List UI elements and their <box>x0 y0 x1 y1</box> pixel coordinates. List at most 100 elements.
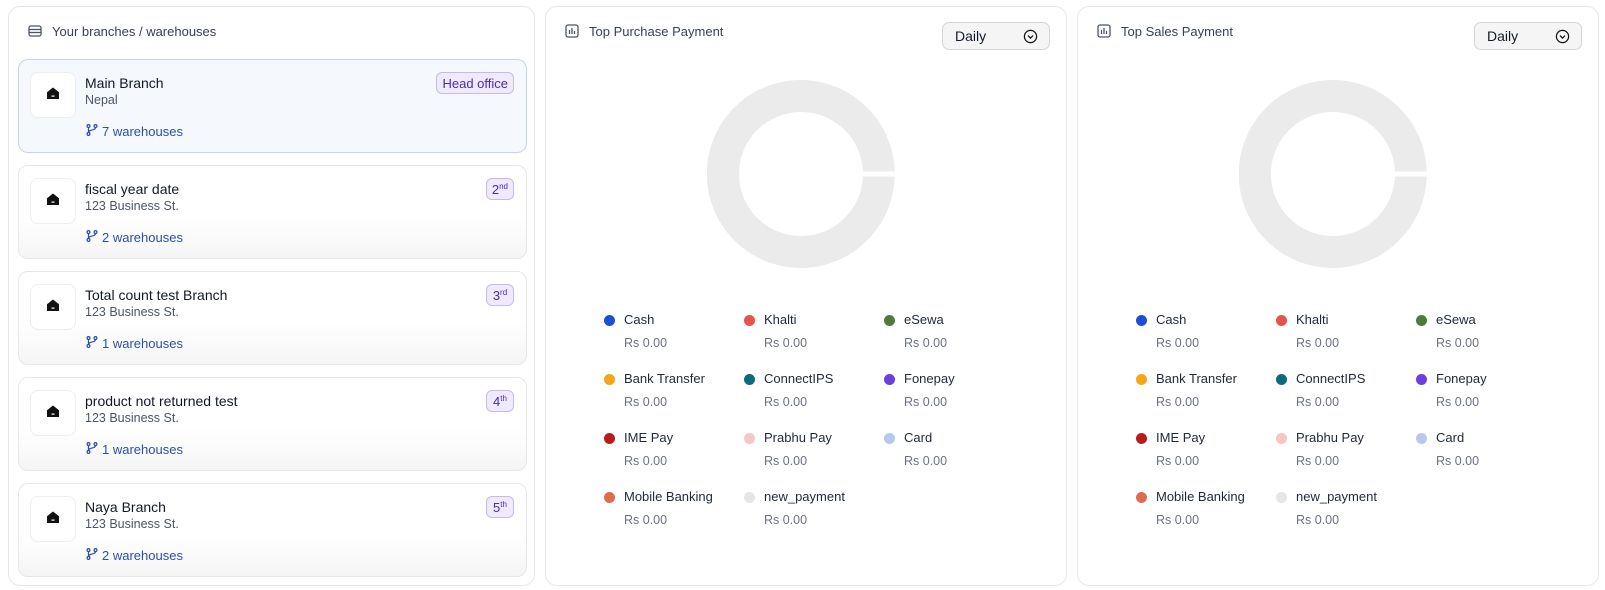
legend-item: Mobile Banking Rs 0.00 <box>1136 489 1276 528</box>
legend-value: Rs 0.00 <box>1156 395 1200 409</box>
legend-label: Fonepay <box>1436 371 1487 386</box>
legend-dot <box>1416 374 1427 385</box>
legend-value: Rs 0.00 <box>1156 336 1200 350</box>
legend-dot <box>604 492 615 503</box>
legend-label: Card <box>1436 430 1465 445</box>
branch-avatar <box>30 496 76 542</box>
branch-card[interactable]: Total count test Branch 123 Business St.… <box>18 271 527 365</box>
legend-value: Rs 0.00 <box>764 395 808 409</box>
legend-item: Fonepay Rs 0.00 <box>1416 371 1556 410</box>
legend-label: IME Pay <box>624 430 674 445</box>
legend-value: Rs 0.00 <box>1436 395 1480 409</box>
warehouses-link[interactable]: 2 warehouses <box>85 229 183 246</box>
warehouses-link[interactable]: 1 warehouses <box>85 335 183 352</box>
warehouses-link[interactable]: 2 warehouses <box>85 547 183 564</box>
bar-chart-icon <box>1096 23 1112 39</box>
rank-number: 2 <box>491 181 500 197</box>
legend-item: IME Pay Rs 0.00 <box>1136 430 1276 469</box>
legend-item: Cash Rs 0.00 <box>604 312 744 351</box>
legend-value: Rs 0.00 <box>904 395 948 409</box>
legend-value: Rs 0.00 <box>764 454 808 468</box>
legend-label: Card <box>904 430 933 445</box>
legend-dot <box>1136 315 1147 326</box>
warehouses-count: 1 warehouses <box>102 442 183 457</box>
branch-name: product not returned test <box>85 393 238 409</box>
branch-list: Main Branch Nepal 7 warehouses Head offi… <box>18 59 527 589</box>
branch-avatar <box>30 284 76 330</box>
branch-avatar <box>30 178 76 224</box>
legend-dot <box>744 492 755 503</box>
rank-badge: 3rd <box>486 284 514 306</box>
legend-item: IME Pay Rs 0.00 <box>604 430 744 469</box>
legend-label: Prabhu Pay <box>764 430 832 445</box>
legend-label: new_payment <box>1296 489 1377 504</box>
warehouses-count: 7 warehouses <box>102 124 183 139</box>
legend-value: Rs 0.00 <box>1296 454 1340 468</box>
legend-label: Khalti <box>1296 312 1329 327</box>
legend-dot <box>604 374 615 385</box>
legend-value: Rs 0.00 <box>904 336 948 350</box>
sales-period-select[interactable]: Daily <box>1474 22 1582 50</box>
branch-card[interactable]: Main Branch Nepal 7 warehouses Head offi… <box>18 59 527 153</box>
legend-item: ConnectIPS Rs 0.00 <box>744 371 884 410</box>
home-icon <box>45 85 61 106</box>
legend-item: Khalti Rs 0.00 <box>1276 312 1416 351</box>
sales-donut-chart <box>1239 80 1427 268</box>
legend-label: new_payment <box>764 489 845 504</box>
git-branch-icon <box>85 441 99 458</box>
legend-label: ConnectIPS <box>1296 371 1366 386</box>
legend-dot <box>884 374 895 385</box>
legend-value: Rs 0.00 <box>624 395 668 409</box>
legend-item: new_payment Rs 0.00 <box>1276 489 1416 528</box>
branch-name: Main Branch <box>85 75 164 91</box>
legend-dot <box>1136 433 1147 444</box>
branch-name: Total count test Branch <box>85 287 228 303</box>
legend-value: Rs 0.00 <box>624 513 668 527</box>
legend-item: Bank Transfer Rs 0.00 <box>1136 371 1276 410</box>
legend-dot <box>1276 433 1287 444</box>
branch-card[interactable]: product not returned test 123 Business S… <box>18 377 527 471</box>
legend-item: Prabhu Pay Rs 0.00 <box>1276 430 1416 469</box>
legend-item: Prabhu Pay Rs 0.00 <box>744 430 884 469</box>
branch-card[interactable]: Naya Branch 123 Business St. 2 warehouse… <box>18 483 527 577</box>
period-value: Daily <box>955 28 987 44</box>
purchase-legend: Cash Rs 0.00 Khalti Rs 0.00 eSewa Rs 0.00 B… <box>604 312 1024 528</box>
home-icon <box>45 297 61 318</box>
branch-location: 123 Business St. <box>85 517 179 531</box>
branch-card[interactable]: fiscal year date 123 Business St. 2 ware… <box>18 165 527 259</box>
legend-item: Fonepay Rs 0.00 <box>884 371 1024 410</box>
purchase-donut-chart <box>707 80 895 268</box>
rank-number: 5 <box>493 499 501 515</box>
legend-label: eSewa <box>904 312 944 327</box>
legend-item: eSewa Rs 0.00 <box>884 312 1024 351</box>
rank-suffix: th <box>500 393 507 403</box>
legend-value: Rs 0.00 <box>1436 336 1480 350</box>
purchase-period-select[interactable]: Daily <box>942 22 1050 50</box>
git-branch-icon <box>85 123 99 140</box>
legend-item: Card Rs 0.00 <box>1416 430 1556 469</box>
legend-dot <box>1416 433 1427 444</box>
purchase-panel-title: Top Purchase Payment <box>589 23 724 39</box>
home-icon <box>45 509 61 530</box>
branch-name: fiscal year date <box>85 181 180 197</box>
donut-ring <box>707 80 895 268</box>
legend-label: Cash <box>1156 312 1187 327</box>
branch-avatar <box>30 72 76 118</box>
legend-value: Rs 0.00 <box>904 454 948 468</box>
chevron-down-circle-icon <box>1023 29 1038 44</box>
legend-value: Rs 0.00 <box>1436 454 1480 468</box>
branch-location: Nepal <box>85 93 118 107</box>
warehouses-link[interactable]: 7 warehouses <box>85 123 183 140</box>
home-icon <box>45 403 61 424</box>
legend-dot <box>744 433 755 444</box>
branch-name: Naya Branch <box>85 499 166 515</box>
legend-value: Rs 0.00 <box>764 513 808 527</box>
branches-panel-title: Your branches / warehouses <box>52 23 217 39</box>
branches-panel-header: Your branches / warehouses <box>27 23 216 39</box>
legend-item: new_payment Rs 0.00 <box>744 489 884 528</box>
rank-suffix: th <box>500 499 507 509</box>
legend-item: ConnectIPS Rs 0.00 <box>1276 371 1416 410</box>
legend-dot <box>884 315 895 326</box>
warehouses-link[interactable]: 1 warehouses <box>85 441 183 458</box>
legend-dot <box>744 374 755 385</box>
